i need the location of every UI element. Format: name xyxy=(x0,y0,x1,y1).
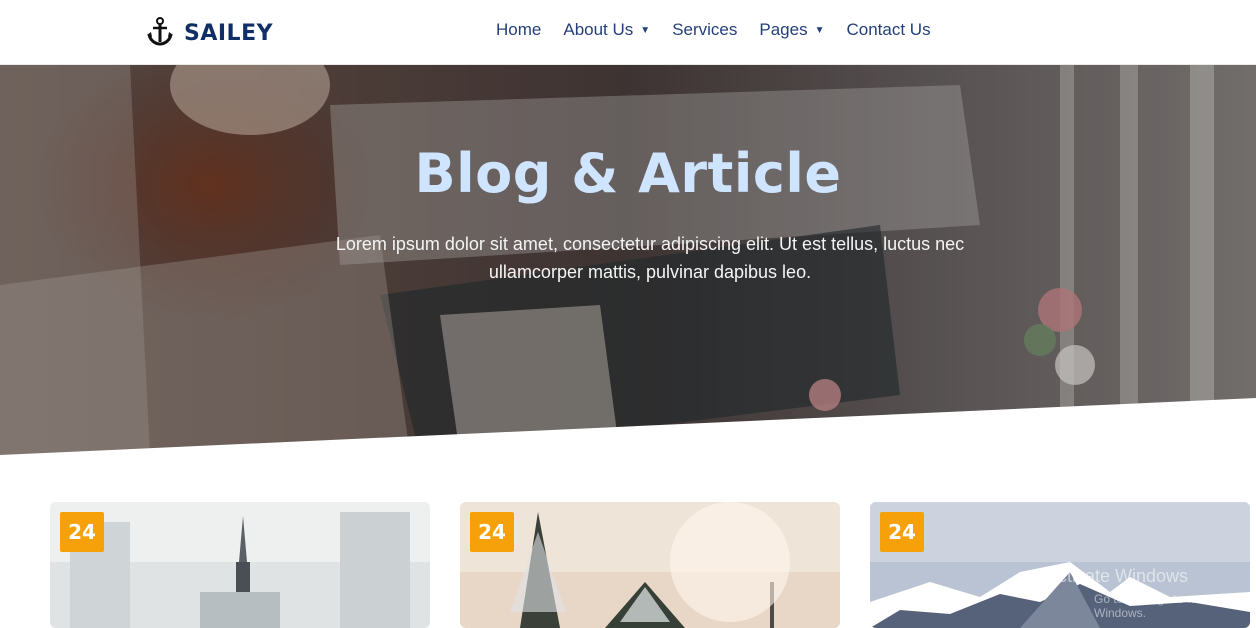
nav-about-us[interactable]: About Us ▼ xyxy=(563,20,650,40)
nav-label: Contact Us xyxy=(846,20,931,39)
post-thumbnail xyxy=(50,502,430,628)
site-header: SAILEY Home About Us ▼ Services Pages ▼ … xyxy=(0,0,1256,65)
nav-home[interactable]: Home xyxy=(496,20,541,40)
post-date-badge: 24 xyxy=(880,512,924,552)
post-thumbnail xyxy=(460,502,840,628)
nav-contact-us[interactable]: Contact Us xyxy=(847,20,931,40)
blog-post-card[interactable]: 24 xyxy=(460,502,840,628)
post-date-badge: 24 xyxy=(470,512,514,552)
post-date-badge: 24 xyxy=(60,512,104,552)
nav-label: Services xyxy=(672,20,738,39)
windows-activation-title: Activate Windows xyxy=(1046,566,1189,586)
hero-subtitle: Lorem ipsum dolor sit amet, consectetur … xyxy=(335,234,965,282)
nav-label: Pages xyxy=(759,20,808,39)
brand-logo[interactable]: SAILEY xyxy=(146,16,273,51)
brand-name: SAILEY xyxy=(184,21,274,46)
caret-down-icon: ▼ xyxy=(640,25,651,36)
main-nav: Home About Us ▼ Services Pages ▼ Contact… xyxy=(496,20,931,40)
blog-post-card[interactable]: 24 xyxy=(50,502,430,628)
hero-title: Blog & Article xyxy=(414,142,842,205)
anchor-icon xyxy=(146,16,174,51)
nav-services[interactable]: Services xyxy=(672,20,737,40)
nav-pages[interactable]: Pages ▼ xyxy=(759,20,824,40)
nav-label: About Us xyxy=(563,20,634,39)
nav-label: Home xyxy=(496,20,542,39)
caret-down-icon: ▼ xyxy=(814,25,825,36)
windows-activation-hint: Go to Settings to activate Windows. xyxy=(1094,592,1229,620)
